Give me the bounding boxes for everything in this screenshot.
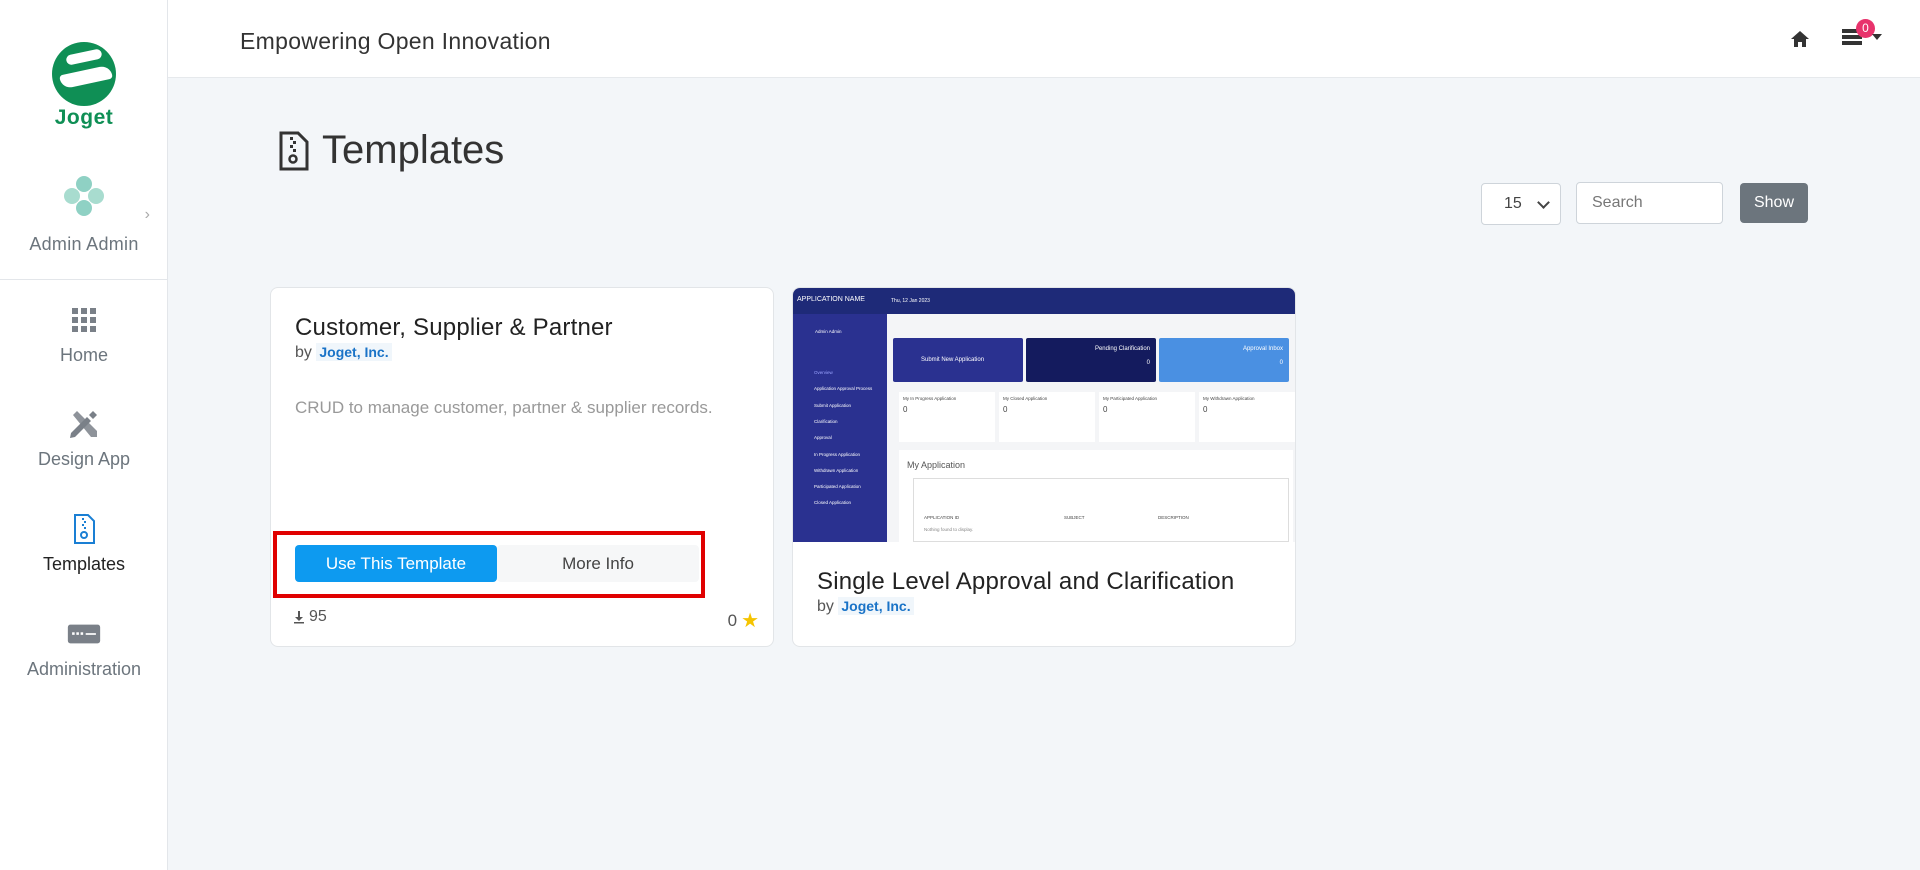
chevron-down-icon <box>1537 196 1550 209</box>
download-icon <box>294 611 304 624</box>
notifications-dropdown[interactable]: 0 <box>1840 19 1884 54</box>
preview-menu-item: Overview <box>814 370 833 375</box>
preview-menu-item: Approval <box>814 435 832 440</box>
preview-stat: My Participated Application 0 <box>1099 392 1195 442</box>
preview-menu-item: In Progress Application <box>814 452 861 457</box>
preview-column-header: DESCRIPTION <box>1158 515 1189 520</box>
preview-stat: My Closed Application 0 <box>999 392 1095 442</box>
preview-app-name: APPLICATION NAME <box>797 296 865 303</box>
preview-empty-text: Nothing found to display. <box>924 527 974 532</box>
star-icon: ★ <box>741 610 759 632</box>
download-count: 95 <box>293 608 327 626</box>
preview-stat-value: 0 <box>1003 405 1008 414</box>
user-name: Admin Admin <box>29 234 139 254</box>
home-icon[interactable] <box>1789 28 1811 50</box>
page-title: Templates <box>278 128 504 173</box>
preview-menu-item: Participated Application <box>814 484 861 489</box>
author-prefix: by <box>817 598 834 615</box>
sidebar-divider <box>0 279 168 280</box>
preview-stat-label: My In Progress Application <box>903 396 957 401</box>
search-input[interactable] <box>1576 182 1723 224</box>
sidebar-item-design-app[interactable]: Design App <box>0 407 168 470</box>
template-title: Single Level Approval and Clarification <box>817 568 1235 595</box>
vendor-link[interactable]: Joget, Inc. <box>316 343 392 361</box>
chevron-right-icon: › <box>144 206 150 223</box>
vendor-link[interactable]: Joget, Inc. <box>838 597 914 615</box>
sidebar-item-label: Administration <box>26 659 142 679</box>
logo-text: Joget <box>54 106 114 129</box>
template-title: Customer, Supplier & Partner <box>295 314 613 341</box>
preview-menu-item: Closed Application <box>814 500 852 505</box>
preview-tile-count: 0 <box>1146 360 1150 366</box>
preview-tile-label: Pending Clarification <box>1094 346 1150 352</box>
preview-tile-count: 0 <box>1279 360 1283 366</box>
preview-column-header: SUBJECT <box>1064 515 1085 520</box>
file-zipper-icon <box>74 514 95 544</box>
grid-icon <box>72 308 96 332</box>
sidebar-item-label: Templates <box>42 554 126 574</box>
sidebar: Joget Admin Admin › Home Design App Temp… <box>0 0 168 870</box>
author-prefix: by <box>295 344 312 361</box>
template-author: by Joget, Inc. <box>817 597 914 616</box>
preview-tile: Approval Inbox 0 <box>1159 338 1289 382</box>
preview-menu-item: Submit Application <box>814 403 852 408</box>
joget-logo[interactable]: Joget <box>50 42 118 130</box>
preview-panel-title: My Application <box>907 460 966 470</box>
preview-tile-label: Submit New Application <box>921 357 985 363</box>
preview-stat-label: My Withdrawn Application <box>1203 396 1255 401</box>
preview-stat-label: My Participated Application <box>1103 396 1158 401</box>
sidebar-item-label: Home <box>59 345 108 365</box>
preview-stat-label: My Closed Application <box>1003 396 1048 401</box>
preview-stat: My In Progress Application 0 <box>899 392 995 442</box>
sidebar-item-administration[interactable]: Administration <box>0 617 168 680</box>
preview-column-header: APPLICATION ID <box>924 515 960 520</box>
preview-table: APPLICATION ID SUBJECT DESCRIPTION Nothi… <box>913 478 1289 542</box>
preview-stat-value: 0 <box>1103 405 1108 414</box>
preview-stat-value: 0 <box>1203 405 1208 414</box>
sidebar-item-templates[interactable]: Templates <box>0 512 168 575</box>
page-size-value: 15 <box>1504 195 1522 212</box>
preview-sidebar: Admin Admin Overview Application Approva… <box>793 314 887 542</box>
preview-tile: Submit New Application <box>893 338 1023 382</box>
site-tagline: Empowering Open Innovation <box>240 28 551 54</box>
template-description: CRUD to manage customer, partner & suppl… <box>295 398 713 417</box>
show-button[interactable]: Show <box>1740 183 1808 223</box>
template-card: APPLICATION NAME Thu, 12 Jan 2023 Admin … <box>792 287 1296 647</box>
preview-stat-value: 0 <box>903 405 908 414</box>
caret-down-icon <box>1872 34 1882 40</box>
preview-menu-item: Clarification <box>814 419 838 424</box>
avatar <box>64 176 104 216</box>
template-preview-image[interactable]: APPLICATION NAME Thu, 12 Jan 2023 Admin … <box>793 288 1295 542</box>
preview-menu-item: Application Approval Process <box>814 386 873 391</box>
preview-user: Admin Admin <box>815 329 842 334</box>
download-count-value: 95 <box>309 608 327 625</box>
preview-menu-item: Withdrawn Application <box>814 468 859 473</box>
file-zipper-icon <box>279 131 309 170</box>
design-tools-icon <box>70 411 97 438</box>
preview-date: Thu, 12 Jan 2023 <box>891 298 930 304</box>
sidebar-item-home[interactable]: Home <box>0 303 168 366</box>
preview-tile: Pending Clarification 0 <box>1026 338 1156 382</box>
user-menu[interactable]: Admin Admin › <box>0 176 168 255</box>
page-title-text: Templates <box>322 128 505 172</box>
preview-stat: My Withdrawn Application 0 <box>1199 392 1295 442</box>
preview-panel: My Application APPLICATION ID SUBJECT DE… <box>899 450 1293 542</box>
sidebar-item-label: Design App <box>37 449 131 469</box>
preview-header: APPLICATION NAME Thu, 12 Jan 2023 <box>793 288 1295 314</box>
rating-value: 0 <box>727 610 738 630</box>
highlight-box <box>273 531 705 598</box>
page-size-select[interactable]: 15 <box>1481 183 1561 225</box>
preview-tile-label: Approval Inbox <box>1242 346 1283 352</box>
joget-logo-icon <box>52 42 116 106</box>
template-author: by Joget, Inc. <box>295 343 392 362</box>
server-icon <box>67 624 101 644</box>
template-rating: 0 ★ <box>728 608 759 633</box>
top-bar: Empowering Open Innovation 0 <box>168 0 1920 78</box>
